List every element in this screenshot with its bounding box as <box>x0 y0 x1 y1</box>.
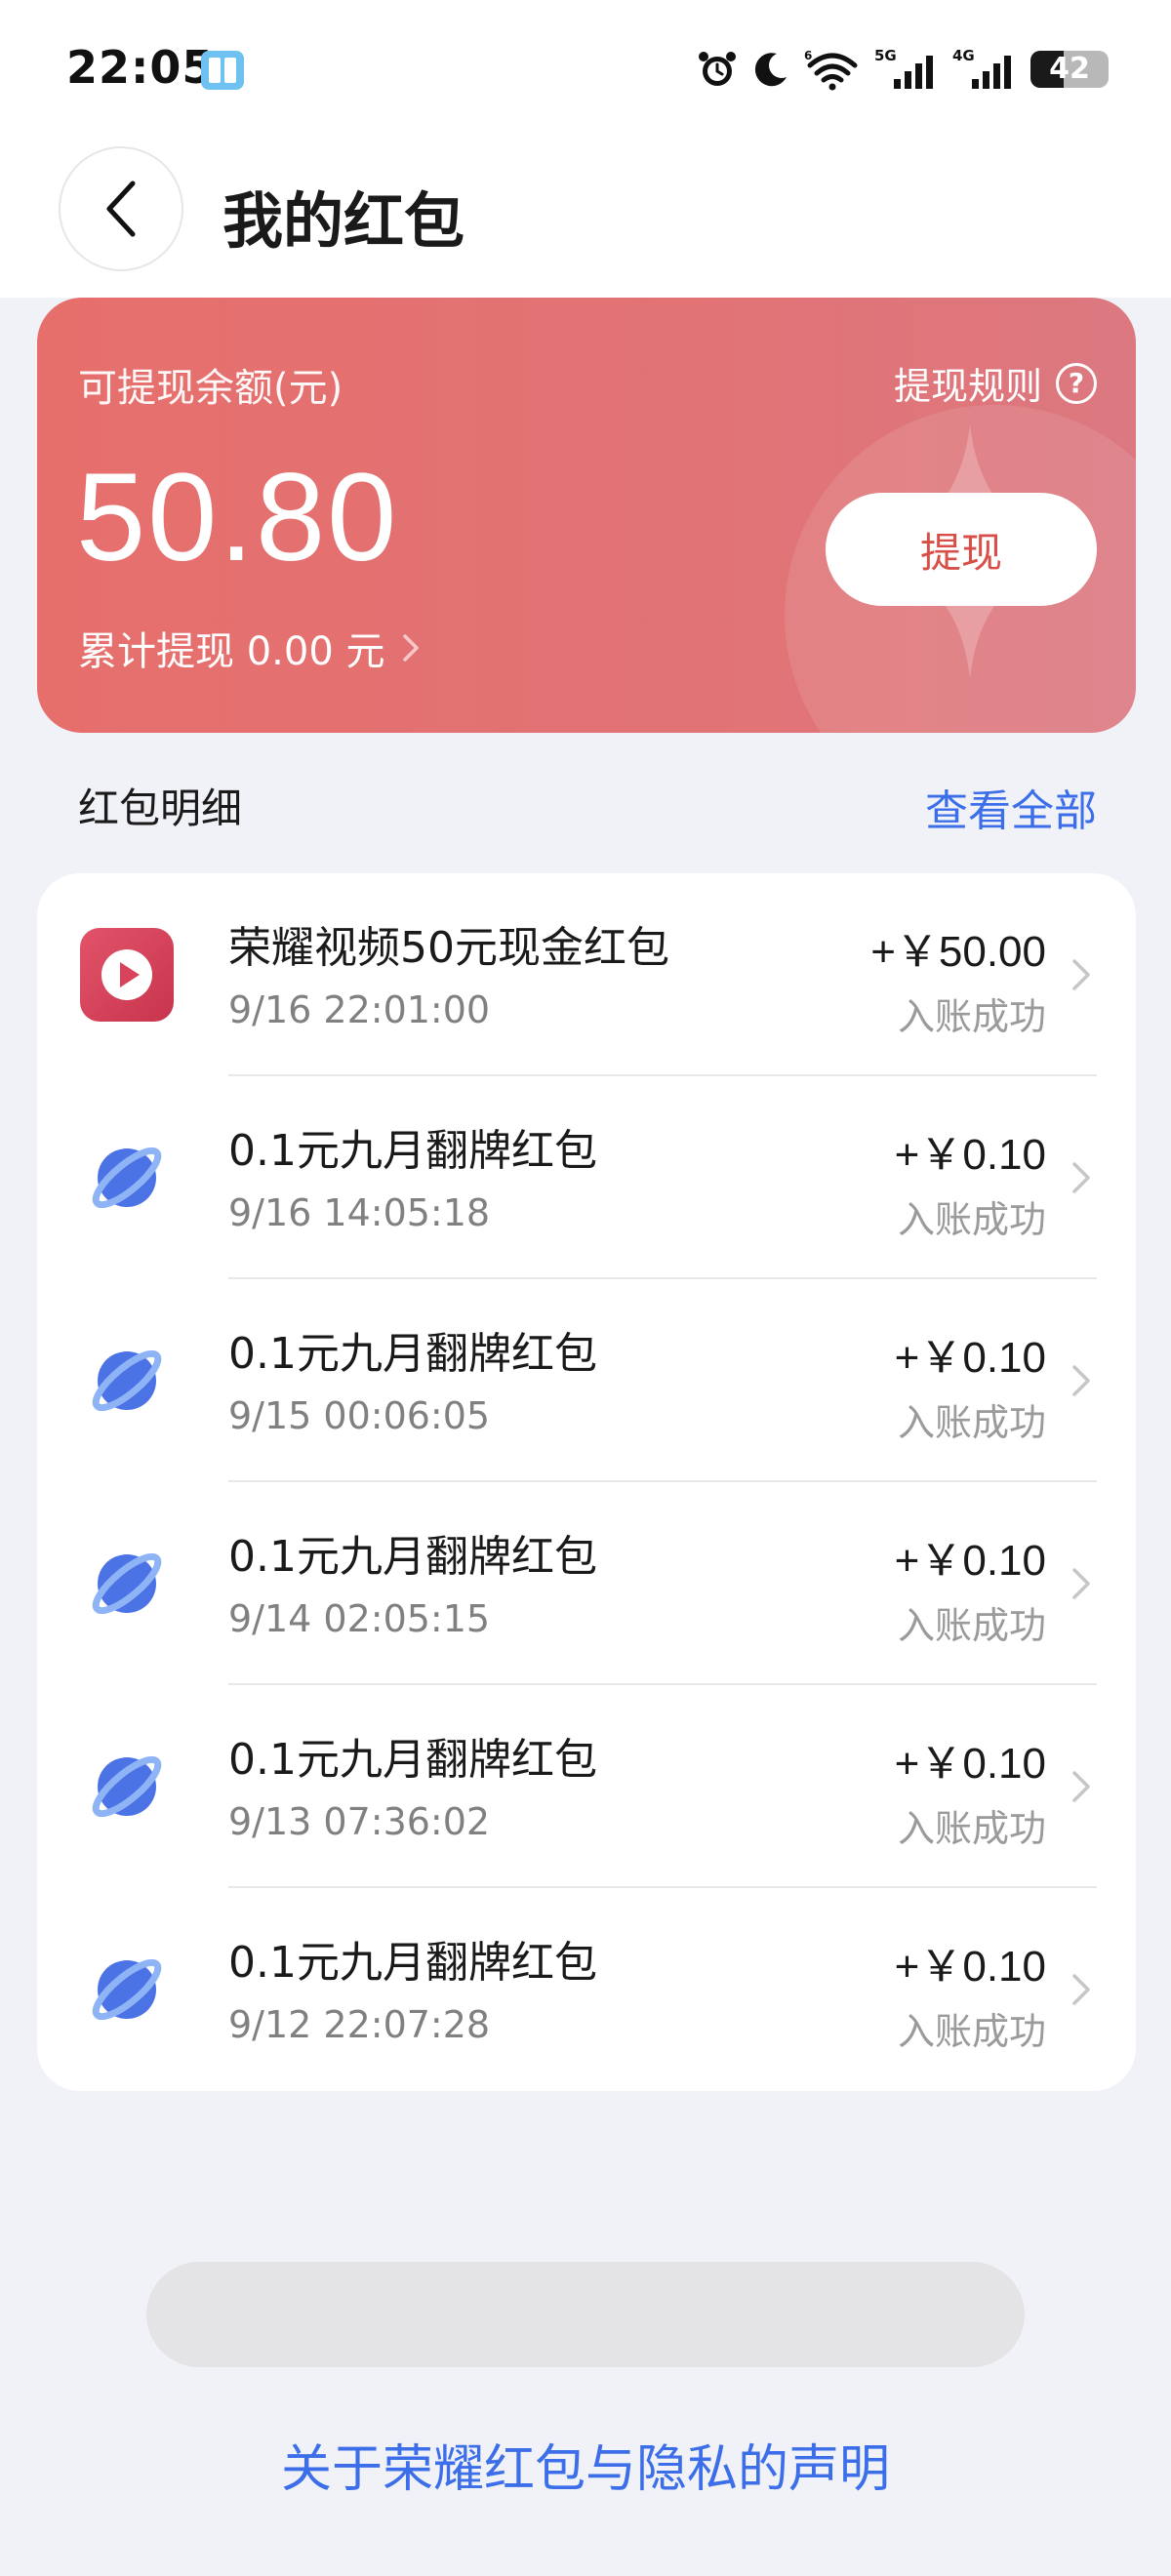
planet-icon <box>92 1755 162 1818</box>
balance-label: 可提现余额(元) <box>78 366 343 411</box>
book-app-icon <box>201 51 244 90</box>
item-time: 9/12 22:07:28 <box>228 2003 491 2046</box>
signal-5g-icon: 5G <box>874 48 933 89</box>
svg-text:5G: 5G <box>874 48 897 64</box>
wifi-icon: 6 <box>804 49 858 91</box>
item-title: 0.1元九月翻牌红包 <box>228 1735 597 1785</box>
help-icon: ? <box>1056 362 1097 404</box>
chevron-right-icon <box>1072 1162 1090 1193</box>
withdraw-rules-link[interactable]: 提现规则 ? <box>894 356 1097 410</box>
item-title: 0.1元九月翻牌红包 <box>228 1126 597 1176</box>
item-amount: +￥50.00 <box>870 928 1046 976</box>
detail-section-title: 红包明细 <box>78 785 243 832</box>
status-bar: 22:05 6 5G 4G 42 <box>0 0 1171 141</box>
item-title: 0.1元九月翻牌红包 <box>228 1532 597 1582</box>
svg-text:4G: 4G <box>952 48 975 64</box>
list-item[interactable]: 0.1元九月翻牌红包 9/14 02:05:15 +￥0.10 入账成功 <box>37 1482 1136 1685</box>
balance-amount: 50.80 <box>76 448 399 587</box>
item-status: 入账成功 <box>897 1198 1046 1241</box>
battery-icon: 42 <box>1030 51 1109 88</box>
total-withdraw-link[interactable]: 累计提现 0.00 元 <box>78 620 423 676</box>
view-all-link[interactable]: 查看全部 <box>925 776 1097 838</box>
chevron-right-icon <box>1072 1365 1090 1396</box>
balance-card: 可提现余额(元) 提现规则 ? 50.80 提现 累计提现 0.00 元 <box>37 298 1136 733</box>
status-time: 22:05 <box>66 41 215 94</box>
item-amount: +￥0.10 <box>894 1740 1046 1788</box>
item-status: 入账成功 <box>897 2010 1046 2053</box>
privacy-statement-link[interactable]: 关于荣耀红包与隐私的声明 <box>0 2428 1171 2501</box>
item-title: 0.1元九月翻牌红包 <box>228 1938 597 1988</box>
list-item[interactable]: 0.1元九月翻牌红包 9/12 22:07:28 +￥0.10 入账成功 <box>37 1888 1136 2091</box>
planet-icon <box>92 1349 162 1412</box>
status-icons: 6 5G 4G 42 <box>697 45 1109 94</box>
planet-icon <box>92 1552 162 1615</box>
item-time: 9/14 02:05:15 <box>228 1597 491 1640</box>
item-amount: +￥0.10 <box>894 1943 1046 1991</box>
item-status: 入账成功 <box>897 1807 1046 1850</box>
item-title: 0.1元九月翻牌红包 <box>228 1329 597 1379</box>
item-amount: +￥0.10 <box>894 1537 1046 1585</box>
back-button[interactable] <box>59 146 183 271</box>
item-status: 入账成功 <box>897 1401 1046 1444</box>
battery-level: 42 <box>1049 52 1090 86</box>
planet-icon <box>92 1147 162 1209</box>
total-withdraw-label: 累计提现 0.00 元 <box>78 629 385 674</box>
planet-icon <box>92 1958 162 2021</box>
page-title: 我的红包 <box>222 185 465 257</box>
item-status: 入账成功 <box>897 1604 1046 1647</box>
alarm-icon <box>699 52 736 86</box>
list-item[interactable]: 0.1元九月翻牌红包 9/15 00:06:05 +￥0.10 入账成功 <box>37 1279 1136 1482</box>
withdraw-rules-label: 提现规则 <box>893 365 1042 408</box>
redpacket-list: 荣耀视频50元现金红包 9/16 22:01:00 +￥50.00 入账成功 0… <box>37 873 1136 2091</box>
chevron-right-icon <box>1072 1771 1090 1802</box>
chevron-left-icon <box>106 181 136 237</box>
placeholder-bar <box>146 2262 1025 2367</box>
list-item[interactable]: 0.1元九月翻牌红包 9/13 07:36:02 +￥0.10 入账成功 <box>37 1685 1136 1888</box>
chevron-right-icon <box>402 634 419 662</box>
svg-text:6: 6 <box>804 49 812 62</box>
list-item[interactable]: 0.1元九月翻牌红包 9/16 14:05:18 +￥0.10 入账成功 <box>37 1076 1136 1279</box>
item-status: 入账成功 <box>897 995 1046 1038</box>
item-time: 9/13 07:36:02 <box>228 1800 491 1843</box>
item-amount: +￥0.10 <box>894 1131 1046 1179</box>
item-time: 9/16 22:01:00 <box>228 988 491 1031</box>
list-item[interactable]: 荣耀视频50元现金红包 9/16 22:01:00 +￥50.00 入账成功 <box>37 873 1136 1076</box>
signal-4g-icon: 4G <box>952 48 1011 89</box>
withdraw-button[interactable]: 提现 <box>826 493 1097 606</box>
item-time: 9/16 14:05:18 <box>228 1191 491 1234</box>
item-time: 9/15 00:06:05 <box>228 1394 491 1437</box>
moon-icon <box>754 53 787 87</box>
item-amount: +￥0.10 <box>894 1334 1046 1382</box>
video-app-icon <box>80 928 174 1022</box>
chevron-right-icon <box>1072 1568 1090 1599</box>
chevron-right-icon <box>1072 1974 1090 2005</box>
chevron-right-icon <box>1072 959 1090 990</box>
item-title: 荣耀视频50元现金红包 <box>228 923 669 973</box>
